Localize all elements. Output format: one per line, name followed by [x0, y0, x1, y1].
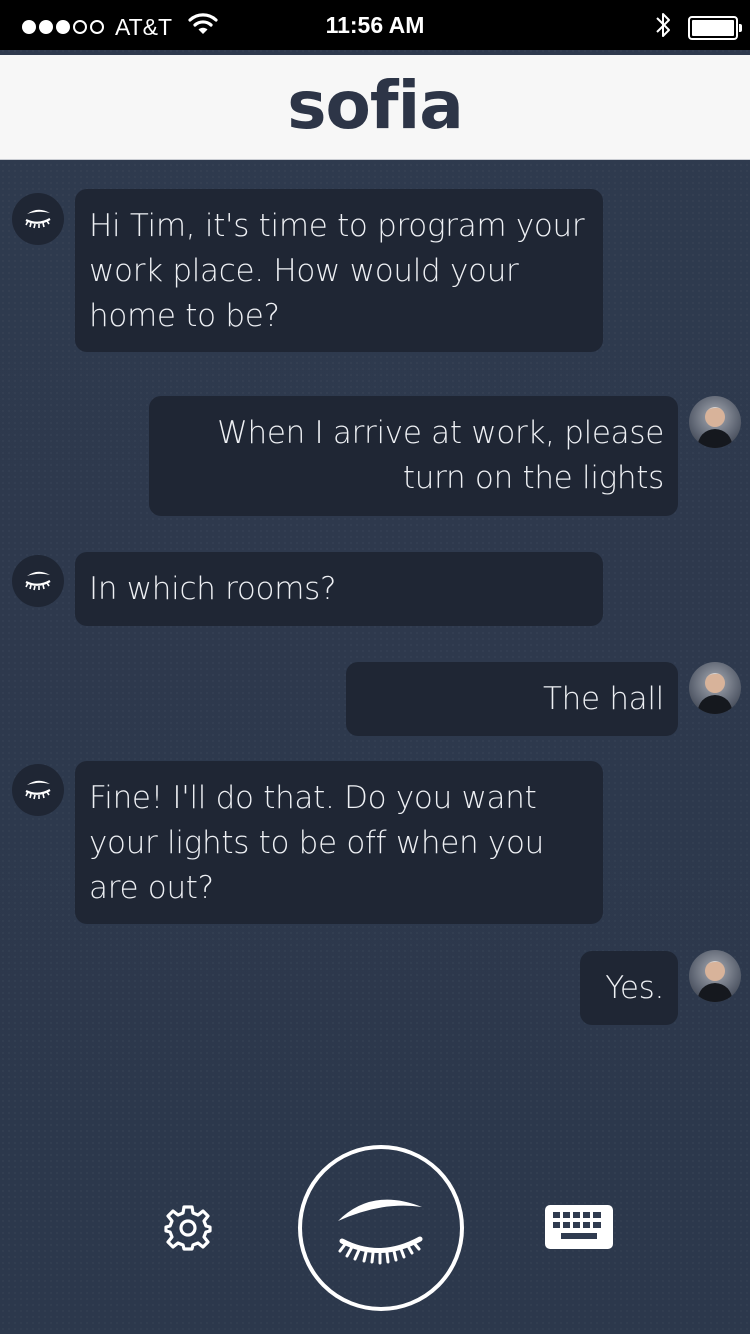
message-bubble-sofia: Fine! I'll do that. Do you want your lig…: [75, 761, 603, 924]
battery-fill: [692, 20, 734, 36]
voice-input-button[interactable]: [298, 1145, 464, 1311]
gear-icon: [164, 1205, 212, 1251]
message-bubble-sofia: In which rooms?: [75, 552, 603, 626]
bottom-toolbar: [0, 1140, 750, 1320]
closed-eye-icon: [338, 1199, 423, 1265]
closed-eye-icon: [25, 209, 51, 229]
keyboard-button[interactable]: [544, 1202, 614, 1252]
message-bubble-user: When I arrive at work, please turn on th…: [149, 396, 678, 516]
settings-button[interactable]: [160, 1200, 216, 1256]
status-right: [654, 10, 742, 46]
battery-icon: [688, 16, 742, 40]
user-avatar: [689, 950, 741, 1002]
bluetooth-icon: [654, 10, 672, 46]
status-time: 11:56 AM: [325, 12, 425, 38]
sofia-avatar: [12, 193, 64, 245]
app-header: sofia: [0, 55, 750, 160]
closed-eye-icon: [25, 780, 51, 800]
message-bubble-user: Yes.: [580, 951, 678, 1025]
status-bar: AT&T 11:56 AM: [0, 0, 750, 50]
app-title: sofia: [287, 66, 464, 144]
sofia-avatar: [12, 764, 64, 816]
message-bubble-user: The hall: [346, 662, 678, 736]
closed-eye-icon: [25, 571, 51, 591]
keyboard-icon: [545, 1205, 613, 1249]
user-avatar: [689, 396, 741, 448]
user-avatar: [689, 662, 741, 714]
sofia-avatar: [12, 555, 64, 607]
message-bubble-sofia: Hi Tim, it's time to program your work p…: [75, 189, 603, 352]
